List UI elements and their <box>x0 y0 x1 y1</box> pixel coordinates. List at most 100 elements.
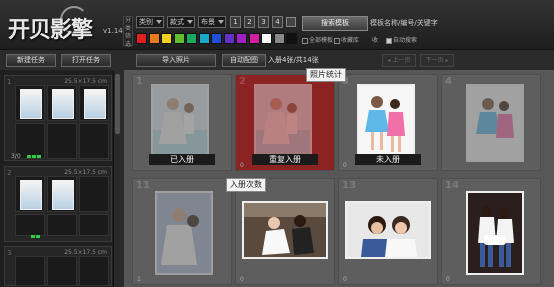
task-size: 25.5×17.5 cm <box>64 169 107 176</box>
photo-thumbnail <box>155 191 213 275</box>
prev-page-button[interactable]: ◂ 上一页 <box>382 54 416 67</box>
task-list-pane: 1 25.5×17.5 cm 3/0 2 25.5×17.5 cm 3 25.5… <box>0 70 121 287</box>
status-led-icon <box>32 155 36 158</box>
photo-slot[interactable]: 11 1 <box>132 178 232 285</box>
insert-count: 0 <box>240 162 244 169</box>
chevron-down-icon <box>187 20 193 24</box>
chevron-down-icon <box>156 20 162 24</box>
color-swatch[interactable] <box>236 33 247 44</box>
photo-slot[interactable]: 4 <box>441 74 541 171</box>
favorites-checkbox[interactable]: 收藏库 <box>334 37 359 45</box>
favorite-icon-label[interactable]: 收 <box>372 37 378 45</box>
photo-index: 1 <box>136 76 143 87</box>
photo-thumbnail <box>357 84 415 162</box>
photo-thumbnail <box>242 201 328 259</box>
photo-slot[interactable]: 13 0 <box>338 178 438 285</box>
task-page-cell <box>15 85 45 121</box>
search-template-button[interactable]: 搜索模板 <box>302 16 368 31</box>
insert-count: 1 <box>137 276 141 283</box>
task-page-cell <box>47 123 77 159</box>
task-size: 25.5×17.5 cm <box>64 78 107 85</box>
style-dropdown[interactable]: 款式 <box>167 16 195 28</box>
wedding-photo-image <box>468 193 522 273</box>
photo-slot[interactable]: 1 已入册 <box>132 74 232 171</box>
wedding-photo-image <box>468 86 522 160</box>
color-swatch[interactable] <box>286 33 297 44</box>
color-swatch[interactable] <box>261 33 272 44</box>
import-photos-button[interactable]: 导入照片 <box>136 54 216 67</box>
status-led-icon <box>37 155 41 158</box>
status-led-icon <box>27 155 31 158</box>
scrollbar-thumb[interactable] <box>115 74 120 134</box>
insert-count: 0 <box>343 276 347 283</box>
category-dropdown-label: 类别 <box>139 18 153 26</box>
photo-thumbnail <box>466 84 524 162</box>
photo-slot[interactable]: 3 未入册 0 <box>338 74 438 171</box>
task-item[interactable]: 3 25.5×17.5 cm <box>4 246 112 286</box>
task-item[interactable]: 1 25.5×17.5 cm 3/0 <box>4 75 112 161</box>
layout-button-1[interactable]: 1 <box>230 16 241 28</box>
chevron-down-icon <box>218 20 224 24</box>
status-led-icon <box>36 235 40 238</box>
task-page-cell <box>47 176 77 212</box>
color-swatch[interactable] <box>161 33 172 44</box>
insert-count: 0 <box>343 162 347 169</box>
photo-index: 13 <box>342 180 356 191</box>
task-page-cell <box>79 256 109 286</box>
task-page-cell <box>79 176 109 212</box>
color-swatch[interactable] <box>173 33 185 44</box>
task-number: 1 <box>7 78 12 86</box>
task-list-scrollbar[interactable] <box>113 70 121 287</box>
filter-side-tab[interactable]: 分类筛选 <box>123 16 133 48</box>
auto-layout-button[interactable]: 自动配图 <box>222 54 266 67</box>
new-task-button[interactable]: 新建任务 <box>6 54 56 67</box>
task-thumbnail <box>20 89 42 119</box>
wedding-photo-image <box>359 86 413 160</box>
auto-search-checkbox[interactable]: 自动搜索 <box>386 37 417 45</box>
app-logo: 开贝影擎 v1.14 <box>8 6 130 43</box>
wedding-photo-image <box>157 193 211 273</box>
color-swatch[interactable] <box>273 33 285 44</box>
photo-stats-callout: 照片统计 <box>306 68 346 82</box>
wedding-photo-image <box>256 86 310 160</box>
color-swatch[interactable] <box>186 33 197 44</box>
open-task-button[interactable]: 打开任务 <box>61 54 111 67</box>
layout-button-3[interactable]: 3 <box>258 16 269 28</box>
task-page-cell <box>15 256 45 286</box>
category-dropdown[interactable]: 类别 <box>136 16 164 28</box>
color-swatch[interactable] <box>198 33 210 44</box>
photo-status-label: 重复入册 <box>252 154 318 165</box>
color-swatch[interactable] <box>223 33 235 44</box>
task-item[interactable]: 2 25.5×17.5 cm <box>4 166 112 242</box>
color-swatch[interactable] <box>211 33 222 44</box>
photo-stats-callout-text: 照片统计 <box>310 70 342 79</box>
photo-thumbnail <box>151 84 209 162</box>
task-page-cell <box>47 85 77 121</box>
camera-icon[interactable] <box>286 17 296 27</box>
photo-grid-pane: 1 已入册 2 重复入册 0 未入册 0 4 11 1 0 13 0 14 0 <box>124 70 554 287</box>
color-swatch[interactable] <box>136 33 147 44</box>
photo-thumbnail <box>345 201 431 259</box>
task-size: 25.5×17.5 cm <box>64 249 107 256</box>
color-swatch[interactable] <box>248 33 260 44</box>
scene-dropdown[interactable]: 布景 <box>198 16 226 28</box>
import-count-text: 入册4张/共14张 <box>268 56 319 64</box>
photo-slot-duplicate[interactable]: 2 重复入册 0 <box>235 74 335 171</box>
insert-count: 0 <box>240 276 244 283</box>
header-bar: 开贝影擎 v1.14 分类筛选 类别 款式 布景 1 2 3 4 搜索模板 模板… <box>0 0 554 50</box>
photo-status-label: 未入册 <box>355 154 421 165</box>
color-swatch[interactable] <box>148 33 160 44</box>
template-search-input[interactable]: 模板名称/编号/关键字 <box>370 16 452 31</box>
photo-slot[interactable]: 14 0 <box>441 178 541 285</box>
photo-slot[interactable]: 12 0 <box>235 178 335 285</box>
layout-button-2[interactable]: 2 <box>244 16 255 28</box>
all-templates-checkbox[interactable]: 全部模板 <box>302 37 333 45</box>
next-page-button[interactable]: 下一页 ▸ <box>420 54 454 67</box>
layout-button-4[interactable]: 4 <box>272 16 283 28</box>
task-thumbnail <box>52 89 74 119</box>
task-page-cell <box>79 123 109 159</box>
checkbox-checked-icon <box>386 37 392 44</box>
insert-count-callout-text: 入册次数 <box>230 180 262 189</box>
wedding-photo-image <box>153 86 207 160</box>
app-version: v1.14 <box>103 27 123 35</box>
